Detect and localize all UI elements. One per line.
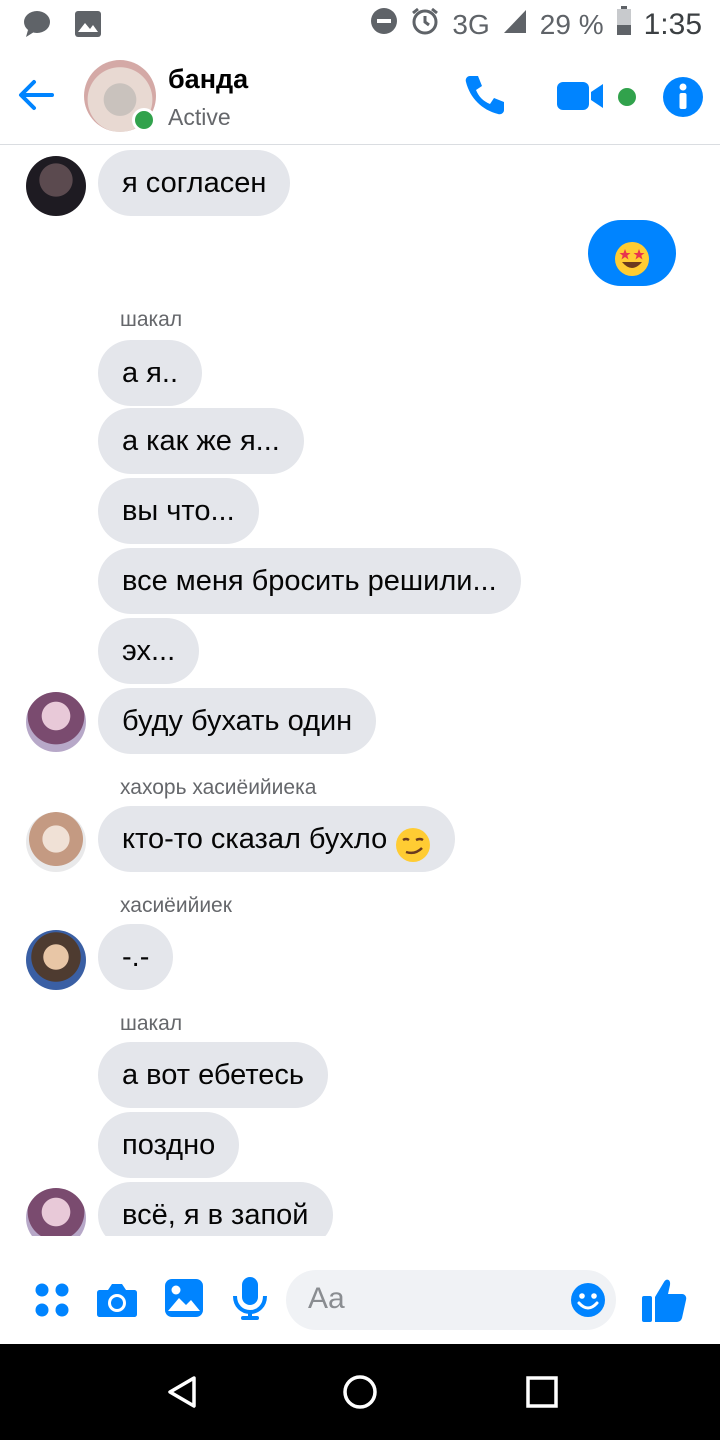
- message-list[interactable]: я согласен шакал а я.. а как же я... вы …: [0, 146, 720, 1236]
- system-navigation-bar: [0, 1344, 720, 1440]
- message-bubble[interactable]: буду бухать один: [98, 688, 377, 754]
- image-notification-icon: [74, 10, 102, 43]
- sender-name: шакал: [120, 308, 183, 331]
- message-input[interactable]: Aa: [286, 1270, 616, 1330]
- my-emoji-message[interactable]: [588, 220, 676, 286]
- smirk-emoji-icon: [395, 821, 431, 887]
- thumbs-up-icon[interactable]: [640, 1276, 688, 1329]
- message-bubble[interactable]: а я..: [98, 340, 203, 406]
- message-bubble[interactable]: -.-: [98, 924, 174, 990]
- message-composer: Aa: [0, 1256, 720, 1344]
- video-active-indicator: [618, 88, 636, 106]
- participant-avatar[interactable]: [26, 156, 86, 216]
- clock: 1:35: [643, 7, 702, 41]
- info-icon[interactable]: [662, 76, 704, 123]
- alarm-icon: [410, 6, 440, 43]
- gallery-icon[interactable]: [164, 1278, 204, 1323]
- message-bubble[interactable]: а вот ебетесь: [98, 1042, 329, 1108]
- message-bubble[interactable]: я согласен: [98, 150, 291, 216]
- message-bubble[interactable]: кто-то сказал бухло: [98, 806, 456, 872]
- status-bar: 3G 29 % 1:35: [0, 0, 720, 50]
- participant-avatar[interactable]: [26, 1188, 86, 1236]
- signal-icon: [502, 7, 528, 42]
- message-bubble[interactable]: вы что...: [98, 478, 259, 544]
- message-input-placeholder: Aa: [308, 1282, 345, 1315]
- network-type: 3G: [452, 8, 490, 40]
- message-bubble[interactable]: всё, я в запой: [98, 1182, 333, 1236]
- star-struck-emoji-icon: [614, 235, 650, 301]
- phone-call-icon[interactable]: [462, 72, 508, 123]
- emoji-picker-icon[interactable]: [570, 1282, 606, 1323]
- message-bubble[interactable]: все меня бросить решили...: [98, 548, 521, 614]
- active-status-text: Active: [168, 104, 231, 130]
- participant-avatar[interactable]: [26, 812, 86, 872]
- battery-icon: [616, 6, 632, 43]
- chat-header: банда Active: [0, 50, 720, 145]
- do-not-disturb-icon: [370, 7, 398, 42]
- participant-avatar[interactable]: [26, 930, 86, 990]
- chat-title[interactable]: банда: [168, 64, 248, 95]
- message-bubble[interactable]: поздно: [98, 1112, 240, 1178]
- nav-recents-icon[interactable]: [524, 1374, 560, 1415]
- active-status-indicator: [132, 108, 156, 132]
- message-notification-icon: [22, 10, 52, 43]
- sender-name: шакал: [120, 1012, 183, 1035]
- sender-name: хасиёийиек: [120, 894, 232, 917]
- participant-avatar[interactable]: [26, 692, 86, 752]
- nav-home-icon[interactable]: [342, 1374, 378, 1415]
- sender-name: хахорь хасиёийиека: [120, 776, 317, 799]
- nav-back-icon[interactable]: [164, 1374, 200, 1415]
- more-options-icon[interactable]: [34, 1282, 70, 1323]
- video-call-icon[interactable]: [556, 80, 604, 117]
- battery-percent: 29 %: [539, 8, 604, 40]
- back-arrow-icon[interactable]: [16, 75, 58, 117]
- message-text: кто-то сказал бухло: [122, 823, 388, 855]
- message-bubble[interactable]: а как же я...: [98, 408, 304, 474]
- microphone-icon[interactable]: [232, 1276, 268, 1325]
- message-bubble[interactable]: эх...: [98, 618, 200, 684]
- camera-icon[interactable]: [96, 1282, 138, 1323]
